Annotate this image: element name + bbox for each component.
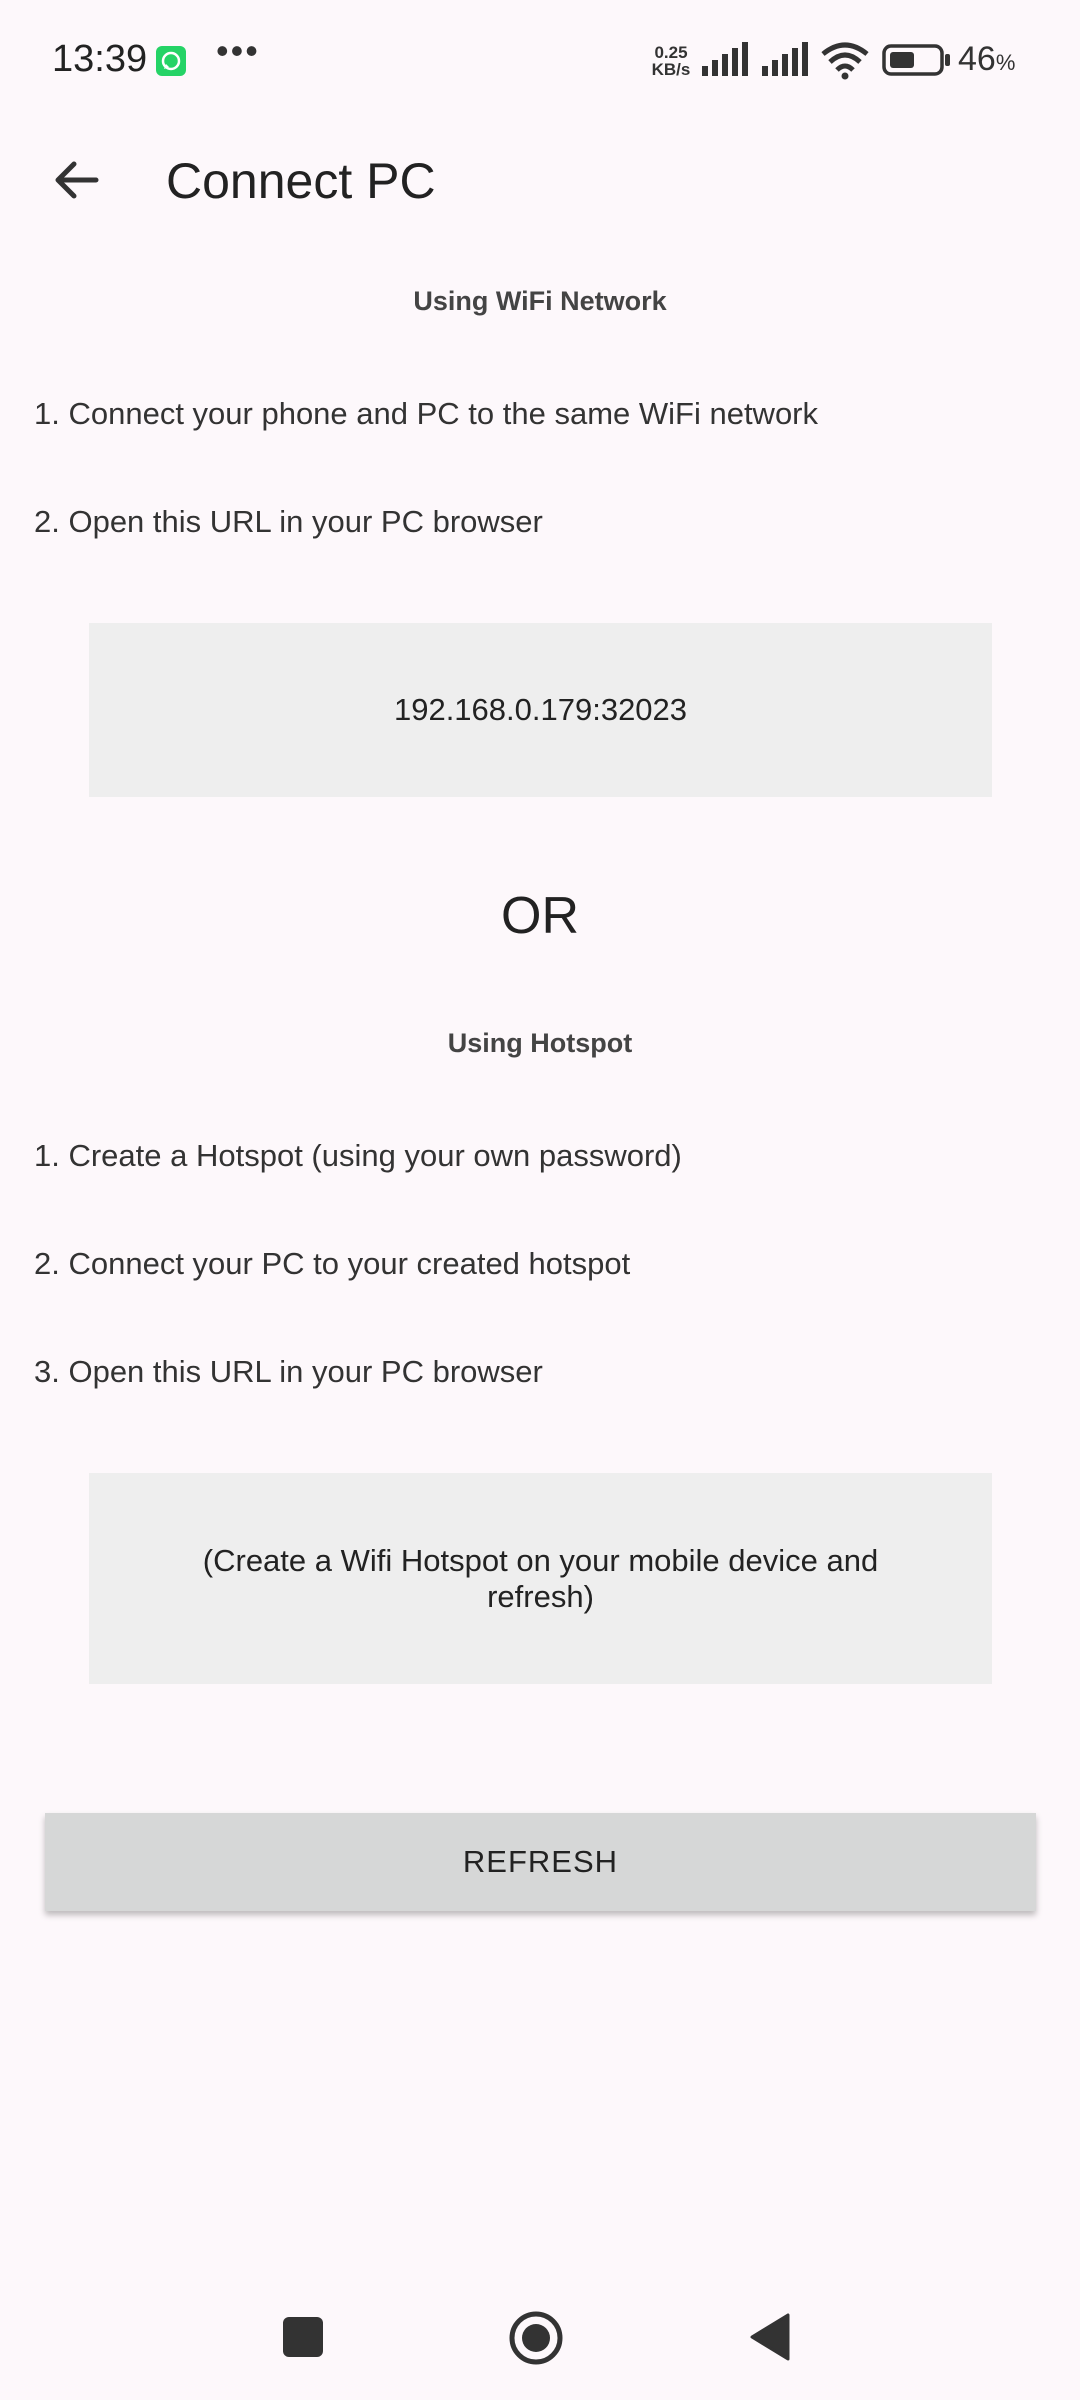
hotspot-step-2: 2. Connect your PC to your created hotsp… [34,1246,631,1281]
back-triangle-icon[interactable] [748,2312,792,2362]
hotspot-step-1: 1. Create a Hotspot (using your own pass… [34,1138,682,1173]
whatsapp-icon [156,46,186,76]
page-title: Connect PC [166,153,436,209]
hotspot-step-3: 3. Open this URL in your PC browser [34,1354,543,1389]
more-dots-icon: ••• [216,30,260,71]
arrow-left-icon[interactable] [48,152,104,208]
wifi-icon [821,42,869,80]
net-speed-value: 0.25 [654,43,688,62]
status-bar: 13:39 ••• 0.25 KB/s 46% [0,0,1080,120]
hotspot-url-box[interactable]: (Create a Wifi Hotspot on your mobile de… [89,1473,992,1684]
battery-unit: % [995,50,1016,75]
home-circle-icon[interactable] [508,2310,564,2366]
net-speed-unit: KB/s [651,60,691,79]
refresh-button[interactable]: REFRESH [45,1813,1036,1911]
wifi-url-text: 192.168.0.179:32023 [393,692,688,727]
wifi-section-heading: Using WiFi Network [413,286,667,316]
hotspot-section-heading: Using Hotspot [447,1028,633,1058]
system-nav-bar [0,2272,1080,2400]
wifi-url-box[interactable]: 192.168.0.179:32023 [89,623,992,797]
net-speed-indicator: 0.25 KB/s [648,44,694,78]
recents-square-icon[interactable] [282,2316,324,2358]
battery-icon [882,44,950,76]
signal-icon [702,42,748,76]
status-time: 13:39 [52,38,148,80]
wifi-step-1: 1. Connect your phone and PC to the same… [34,396,819,431]
wifi-step-2: 2. Open this URL in your PC browser [34,504,543,539]
connect-pc-screen: 13:39 ••• 0.25 KB/s 46% Connect PC Using… [0,0,1080,2400]
hotspot-url-text: (Create a Wifi Hotspot on your mobile de… [202,1542,879,1614]
signal-icon [762,42,808,76]
battery-percentage: 46% [958,40,1015,79]
or-separator: OR [501,887,579,945]
battery-value: 46 [958,40,996,78]
